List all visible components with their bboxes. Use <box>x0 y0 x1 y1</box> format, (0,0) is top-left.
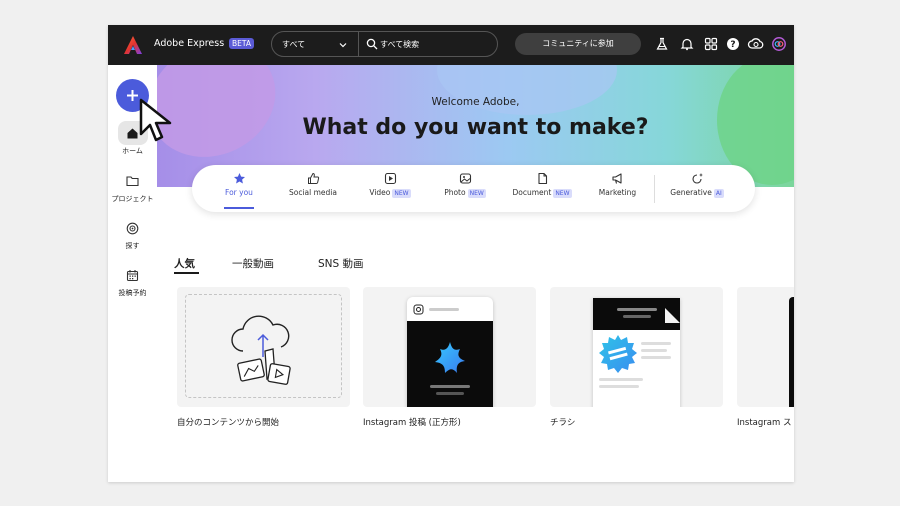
phone-mockup <box>407 297 493 407</box>
plus-icon <box>127 90 138 101</box>
tab-sns-video[interactable]: SNS 動画 <box>318 256 364 271</box>
search-divider <box>358 32 359 56</box>
card-label: 自分のコンテンツから開始 <box>177 418 280 428</box>
join-community-button[interactable]: コミュニティに参加 <box>515 33 641 55</box>
category-tabs: For you Social media Video NEW Photo NEW D… <box>192 165 755 212</box>
thumbs-up-icon <box>307 172 319 184</box>
new-badge: NEW <box>392 189 411 198</box>
card-start-from-content[interactable] <box>177 287 350 407</box>
app-name: Adobe Express <box>154 38 225 49</box>
megaphone-icon <box>612 173 622 184</box>
rail-item-label: 投稿予約 <box>118 289 147 297</box>
tab-video[interactable]: Video NEW <box>355 172 425 198</box>
tab-marketing[interactable]: Marketing <box>590 172 645 197</box>
rail-item-label: プロジェクト <box>111 195 154 203</box>
active-tab-indicator <box>224 207 254 209</box>
search-icon <box>366 38 378 50</box>
card-instagram-square[interactable] <box>363 287 536 407</box>
rail-item-label: 探す <box>125 242 140 250</box>
tab-generative[interactable]: Generative AI <box>662 172 732 198</box>
tab-general-video[interactable]: 一般動画 <box>232 256 274 271</box>
tab-label: Video <box>369 188 391 197</box>
document-icon <box>537 172 547 185</box>
image-icon <box>459 173 471 184</box>
star-icon <box>435 342 465 373</box>
tab-social-media[interactable]: Social media <box>278 172 348 197</box>
adobe-express-logo-icon[interactable] <box>123 35 143 55</box>
card-label: Instagram ス <box>737 418 792 428</box>
ai-badge: AI <box>713 189 724 198</box>
new-badge: NEW <box>553 189 572 198</box>
flask-icon[interactable] <box>655 37 669 51</box>
app-window: Adobe Express BETA すべて コミュニティに参加 ? ホーム プ… <box>108 25 794 482</box>
tab-for-you[interactable]: For you <box>210 172 268 197</box>
upload-icon <box>231 315 291 385</box>
tab-popular[interactable]: 人気 <box>174 256 195 271</box>
tab-document[interactable]: Document NEW <box>502 172 582 198</box>
welcome-text: Welcome Adobe, <box>431 96 520 108</box>
card-flyer[interactable] <box>550 287 723 407</box>
folder-icon <box>126 176 139 187</box>
card-instagram-story[interactable] <box>737 287 794 407</box>
calendar-icon <box>126 269 139 281</box>
rail-item-discover[interactable]: 探す <box>108 216 157 251</box>
page-title: What do you want to make? <box>302 115 649 140</box>
tab-label: Photo <box>444 188 466 197</box>
search-bar: すべて <box>271 31 498 57</box>
tab-divider <box>654 175 655 203</box>
top-bar: Adobe Express BETA すべて コミュニティに参加 ? <box>108 25 794 65</box>
svg-text:?: ? <box>730 40 735 50</box>
bell-icon[interactable] <box>680 37 694 51</box>
search-input[interactable] <box>380 37 490 51</box>
active-tab-indicator <box>174 272 199 274</box>
badge-icon <box>599 335 637 373</box>
post-preview <box>407 321 493 407</box>
creative-cloud-icon[interactable] <box>747 37 765 51</box>
card-label: Instagram 投稿 (正方形) <box>363 418 461 428</box>
beta-badge: BETA <box>229 38 255 49</box>
mouse-cursor-icon <box>139 98 172 142</box>
rail-item-schedule[interactable]: 投稿予約 <box>108 263 157 298</box>
rail-item-projects[interactable]: プロジェクト <box>108 169 157 204</box>
discover-icon <box>126 222 139 234</box>
tab-label: Generative <box>670 188 712 197</box>
search-scope-dropdown[interactable]: すべて <box>282 39 305 50</box>
rail-item-label: ホーム <box>122 147 143 155</box>
sparkle-icon <box>691 173 703 184</box>
new-badge: NEW <box>467 189 486 198</box>
tab-label: Social media <box>289 188 337 197</box>
home-icon <box>127 128 138 138</box>
instagram-icon <box>413 304 424 315</box>
play-icon <box>384 172 396 185</box>
tab-photo[interactable]: Photo NEW <box>430 172 500 198</box>
tab-label: Marketing <box>598 188 637 197</box>
help-icon[interactable]: ? <box>726 37 740 51</box>
account-avatar-icon[interactable] <box>772 37 786 51</box>
star-icon <box>233 173 245 184</box>
chevron-down-icon[interactable] <box>338 40 348 50</box>
flyer-mockup <box>593 298 680 407</box>
apps-grid-icon[interactable] <box>704 37 718 51</box>
tab-label: Document <box>512 188 552 197</box>
tab-label: For you <box>225 188 253 197</box>
card-label: チラシ <box>550 418 576 428</box>
